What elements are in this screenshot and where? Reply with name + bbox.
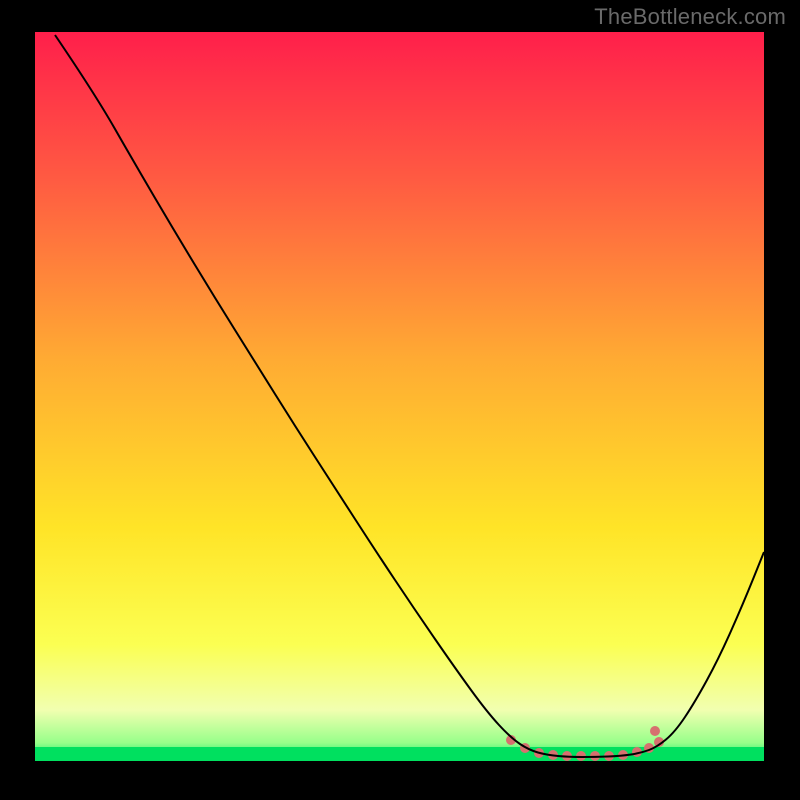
green-floor-band [35,747,764,761]
chart-frame: TheBottleneck.com [0,0,800,800]
gradient-background [35,32,764,761]
valley-marker-dot [650,726,660,736]
plot-svg [35,32,764,761]
watermark-text: TheBottleneck.com [594,4,786,30]
plot-area [35,32,764,761]
